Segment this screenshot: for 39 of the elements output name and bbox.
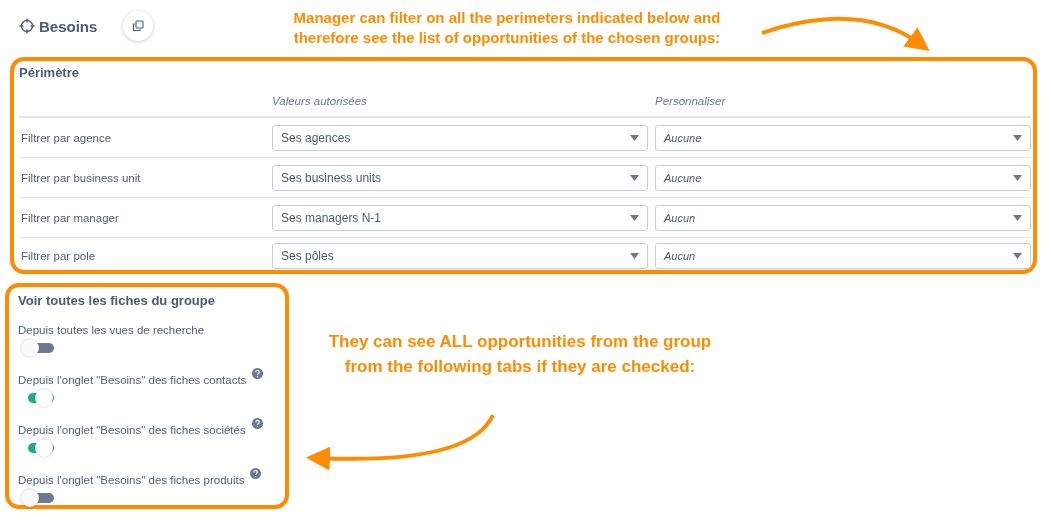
- row-label: Filtrer par business unit: [20, 171, 142, 184]
- copy-icon: [132, 20, 145, 32]
- help-icon[interactable]: [252, 368, 264, 379]
- caret-icon: [1013, 253, 1022, 259]
- caret-icon: [1013, 174, 1022, 181]
- caret-icon: [1013, 134, 1022, 141]
- toggle-switch[interactable]: [20, 488, 54, 508]
- toggle-label: Depuis toutes les vues de recherche: [18, 324, 205, 336]
- row-label: Filtrer par manager: [20, 211, 120, 224]
- row-label: Filtrer par pole: [20, 250, 97, 262]
- dropdown[interactable]: Aucun: [655, 204, 1031, 231]
- dropdown[interactable]: Aucune: [655, 124, 1031, 151]
- section-title: Voir toutes les fiches du groupe: [18, 292, 216, 310]
- toggle-label: Depuis l'onglet "Besoins" des fiches produits: [18, 474, 245, 486]
- annotation-text: They can see ALL opportunities from the group from the following tabs if they are checked:: [327, 331, 713, 378]
- dropdown[interactable]: Ses business units: [272, 164, 648, 191]
- row-label: Filtrer par agence: [20, 131, 113, 144]
- section-title: Périmètre: [19, 64, 80, 82]
- caret-icon: [1013, 214, 1022, 221]
- help-icon[interactable]: [250, 468, 262, 479]
- dropdown[interactable]: Aucune: [655, 164, 1031, 191]
- column-header: Personnaliser: [655, 95, 727, 107]
- page-title: Besoins: [39, 17, 98, 35]
- toggle-label: Depuis l'onglet "Besoins" des fiches contacts: [18, 374, 247, 386]
- column-header: Valeurs autorisées: [272, 95, 368, 107]
- dropdown[interactable]: Ses agences: [272, 124, 648, 151]
- caret-icon: [630, 253, 639, 259]
- caret-icon: [630, 214, 639, 221]
- toggle-switch[interactable]: [20, 338, 54, 358]
- copy-button[interactable]: [123, 11, 154, 41]
- caret-icon: [630, 134, 639, 141]
- toggle-label: Depuis l'onglet "Besoins" des fiches sociétés: [18, 424, 246, 436]
- annotation-text: Manager can filter on all the perimeters indicated below and therefore see the list of opportunities of the chosen groups:: [292, 8, 722, 48]
- dropdown[interactable]: Ses pôles: [272, 243, 648, 269]
- caret-icon: [630, 174, 639, 181]
- help-icon[interactable]: [251, 418, 263, 429]
- dropdown[interactable]: Ses managers N-1: [272, 204, 648, 231]
- dropdown[interactable]: Aucun: [655, 243, 1031, 269]
- crosshair-icon: [19, 18, 35, 34]
